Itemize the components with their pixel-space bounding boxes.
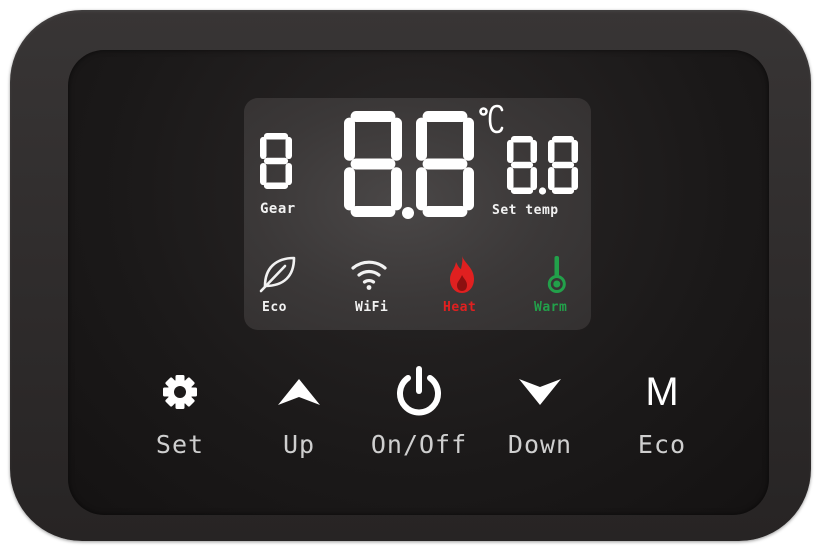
segment-d xyxy=(510,187,534,194)
set-temp-digit-2 xyxy=(548,136,578,194)
segment-c xyxy=(463,167,474,211)
gear-digit xyxy=(260,133,292,189)
power-icon xyxy=(364,362,474,422)
set-temp-label: Set temp xyxy=(492,203,559,218)
segment-e xyxy=(260,162,267,186)
segment-d xyxy=(422,206,468,217)
flame-icon xyxy=(450,256,474,293)
m-mode-icon: M xyxy=(607,362,717,422)
segment-b xyxy=(285,136,292,160)
eco-mode-button[interactable]: M Eco xyxy=(607,362,717,482)
set-button-label: Set xyxy=(155,430,205,459)
wifi-indicator-label: WiFi xyxy=(355,300,389,315)
segment-d xyxy=(350,206,396,217)
down-button-label: Down xyxy=(507,430,573,459)
segment-b xyxy=(530,139,537,164)
segment-f xyxy=(260,136,267,160)
gear-icon xyxy=(125,362,235,422)
set-temp-digit-1 xyxy=(507,136,537,194)
thermometer-icon xyxy=(547,256,566,293)
segment-e xyxy=(416,167,427,211)
segment-g xyxy=(350,158,396,170)
segment-b xyxy=(391,117,402,161)
segment-c xyxy=(285,162,292,186)
segment-a xyxy=(350,111,396,122)
segment-e xyxy=(548,166,555,191)
segment-c xyxy=(530,166,537,191)
power-button[interactable]: On/Off xyxy=(364,362,474,482)
eco-indicator-label: Eco xyxy=(262,300,287,315)
segment-a xyxy=(263,133,289,140)
up-button[interactable]: Up xyxy=(244,362,354,482)
wifi-icon xyxy=(351,260,387,290)
temp-digit-1 xyxy=(344,111,402,217)
segment-b xyxy=(571,139,578,164)
segment-e xyxy=(344,167,355,211)
segment-f xyxy=(507,139,514,164)
set-temp-decimal-point xyxy=(538,187,547,195)
lcd-display: Gear Set temp Eco WiFi Heat Warm xyxy=(244,98,591,330)
segment-f xyxy=(344,117,355,161)
down-button[interactable]: Down xyxy=(485,362,595,482)
temp-digit-2 xyxy=(416,111,474,217)
segment-a xyxy=(422,111,468,122)
segment-a xyxy=(510,136,534,143)
segment-g xyxy=(510,161,534,169)
set-button[interactable]: Set xyxy=(125,362,235,482)
eco-mode-button-label: Eco xyxy=(637,430,687,459)
warm-indicator-label: Warm xyxy=(534,300,568,315)
up-button-label: Up xyxy=(282,430,316,459)
gear-label: Gear xyxy=(260,201,296,217)
temp-decimal-point xyxy=(402,207,414,219)
segment-c xyxy=(571,166,578,191)
segment-d xyxy=(551,187,575,194)
leaf-icon xyxy=(259,256,296,293)
segment-g xyxy=(263,157,289,165)
segment-a xyxy=(551,136,575,143)
segment-b xyxy=(463,117,474,161)
arrow-down-icon xyxy=(485,362,595,422)
segment-g xyxy=(551,161,575,169)
celsius-unit-icon xyxy=(479,104,504,134)
segment-f xyxy=(416,117,427,161)
segment-g xyxy=(422,158,468,170)
power-button-label: On/Off xyxy=(370,430,468,459)
heat-indicator-label: Heat xyxy=(443,300,477,315)
segment-d xyxy=(263,182,289,189)
m-mode-glyph: M xyxy=(645,370,679,414)
segment-e xyxy=(507,166,514,191)
segment-c xyxy=(391,167,402,211)
segment-f xyxy=(548,139,555,164)
arrow-up-icon xyxy=(244,362,354,422)
